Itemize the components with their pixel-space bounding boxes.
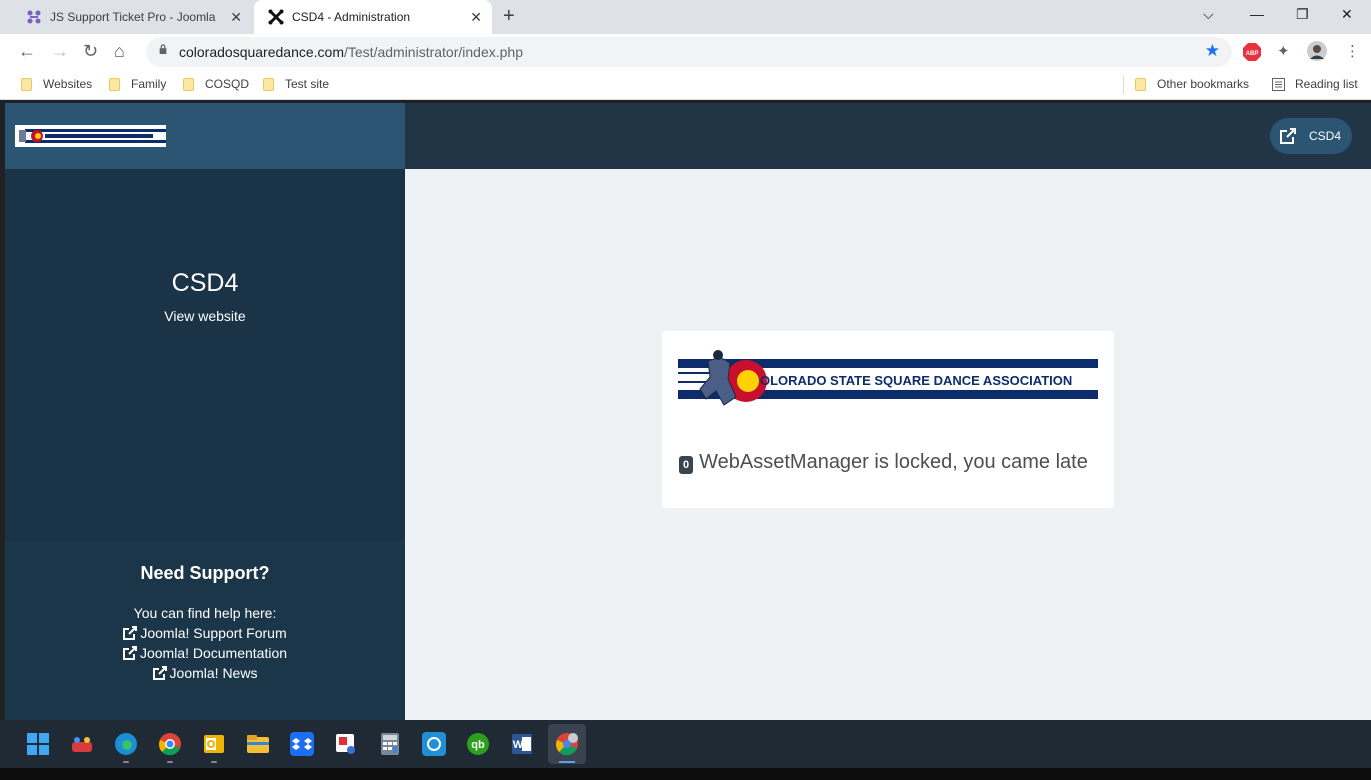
svg-text:W: W [513, 739, 524, 751]
lock-icon[interactable] [158, 44, 168, 54]
external-link-icon [152, 666, 167, 680]
extensions-puzzle-icon[interactable]: ✦ [1277, 42, 1290, 60]
window-close-icon[interactable]: ✕ [1341, 6, 1353, 23]
reading-list-icon [1272, 77, 1285, 91]
svg-text:qb: qb [471, 739, 485, 751]
site-button-label: CSD4 [1309, 129, 1342, 143]
close-icon[interactable]: ✕ [470, 9, 482, 26]
tab-title: JS Support Ticket Pro - Joomla [50, 10, 216, 24]
folder-icon [1135, 77, 1146, 91]
quickbooks-icon[interactable]: qb [466, 732, 490, 756]
windows-taskbar: qb W [0, 720, 1371, 768]
news-link[interactable]: Joomla! News [5, 665, 405, 681]
running-indicator [211, 761, 217, 763]
view-site-button[interactable]: CSD4 [1270, 118, 1352, 154]
browser-tab-strip: JS Support Ticket Pro - Joomla ✕ CSD4 - … [0, 0, 1371, 34]
error-message-row: 0 WebAssetManager is locked, you came la… [679, 451, 1088, 474]
back-arrow-icon[interactable]: ← [18, 41, 36, 62]
calculator-icon[interactable] [378, 732, 402, 756]
bookmark-label: Family [131, 77, 167, 91]
edge-browser-icon[interactable] [114, 732, 138, 756]
word-icon[interactable]: W [510, 732, 534, 756]
abp-icon[interactable]: ABP [1243, 43, 1261, 66]
bookmark-other[interactable]: Other bookmarks [1135, 77, 1249, 91]
close-icon[interactable]: ✕ [230, 9, 242, 26]
new-tab-icon[interactable]: + [503, 5, 515, 28]
joomla-logo-icon [268, 9, 284, 25]
url-text: coloradosquaredance.com/Test/administrat… [179, 44, 523, 60]
folder-icon [263, 77, 274, 91]
tab-js-support-ticket[interactable]: JS Support Ticket Pro - Joomla ✕ [12, 0, 252, 34]
error-message: WebAssetManager is locked, you came late [699, 451, 1088, 473]
bookmark-label: Websites [43, 77, 93, 91]
error-code-badge: 0 [679, 455, 694, 474]
bookmark-test-site[interactable]: Test site [263, 77, 329, 91]
joomla-grid-icon [26, 9, 42, 25]
support-panel: Need Support? You can find help here: Jo… [5, 541, 405, 721]
folder-icon [21, 77, 32, 91]
game-icon[interactable] [70, 732, 94, 756]
minimize-icon[interactable]: — [1250, 6, 1264, 22]
admin-header: CSD4 [405, 103, 1371, 169]
abp-label: ABP [1246, 51, 1259, 57]
bookmark-label: Reading list [1295, 77, 1358, 91]
snipping-tool-icon[interactable] [334, 732, 358, 756]
reload-icon[interactable]: ↻ [83, 41, 98, 62]
bookmark-divider [1123, 76, 1124, 94]
reading-list[interactable]: Reading list [1272, 77, 1358, 91]
restore-icon[interactable]: ❐ [1296, 6, 1309, 23]
file-explorer-icon[interactable] [246, 732, 270, 756]
view-website-link[interactable]: View website [5, 308, 405, 324]
forward-arrow-icon[interactable]: → [51, 41, 69, 62]
bookmark-cosqd[interactable]: COSQD [183, 77, 249, 91]
association-logo: OLORADO STATE SQUARE DANCE ASSOCIATION [678, 350, 1098, 406]
sidebar-header [5, 103, 405, 169]
folder-icon [109, 77, 120, 91]
chrome-profile-icon[interactable] [555, 732, 579, 756]
running-indicator [167, 761, 173, 763]
home-icon[interactable]: ⌂ [114, 41, 125, 62]
bookmark-label: COSQD [205, 77, 250, 91]
admin-page: CSD4 CSD4 View website Need Support? You… [5, 103, 1371, 721]
outlook-icon[interactable] [202, 732, 226, 756]
external-link-icon [122, 646, 137, 660]
bookmark-label: Test site [285, 77, 330, 91]
bookmark-websites[interactable]: Websites [21, 77, 92, 91]
chrome-icon[interactable] [158, 732, 182, 756]
support-intro: You can find help here: [133, 605, 277, 621]
more-menu-icon[interactable]: ⋮ [1345, 42, 1360, 60]
link-label: Joomla! Support Forum [140, 625, 287, 641]
bookmarks-bar: Websites Family COSQD Test site Other bo… [0, 70, 1371, 100]
documentation-link[interactable]: Joomla! Documentation [5, 645, 405, 661]
dropbox-icon[interactable] [290, 732, 314, 756]
sidebar: CSD4 View website Need Support? You can … [5, 169, 405, 721]
bookmark-label: Other bookmarks [1157, 77, 1250, 91]
bookmark-star-icon[interactable]: ★ [1205, 41, 1220, 61]
link-label: Joomla! News [169, 665, 258, 681]
active-indicator [559, 761, 575, 763]
support-forum-link[interactable]: Joomla! Support Forum [5, 625, 405, 641]
folder-icon [183, 77, 194, 91]
browser-toolbar: ← → ↻ ⌂ coloradosquaredance.com/Test/adm… [0, 34, 1371, 70]
site-logo[interactable] [15, 125, 166, 147]
tab-csd4-administration[interactable]: CSD4 - Administration ✕ [254, 0, 492, 34]
address-bar[interactable]: coloradosquaredance.com/Test/administrat… [146, 37, 1232, 67]
logo-text: OLORADO STATE SQUARE DANCE ASSOCIATION [760, 373, 1072, 388]
running-indicator [123, 761, 129, 763]
external-link-icon [1280, 128, 1296, 144]
tab-search-chevron-icon[interactable]: ⌵ [1203, 6, 1214, 23]
error-card: OLORADO STATE SQUARE DANCE ASSOCIATION 0… [662, 331, 1114, 508]
profile-avatar[interactable] [1307, 41, 1327, 66]
tab-title: CSD4 - Administration [292, 10, 411, 24]
site-name: CSD4 [171, 269, 239, 297]
support-heading: Need Support? [140, 563, 270, 583]
external-link-icon [123, 626, 138, 640]
network-app-icon[interactable] [422, 732, 446, 756]
bookmark-family[interactable]: Family [109, 77, 166, 91]
link-label: Joomla! Documentation [139, 645, 288, 661]
screen-bottom-edge [0, 768, 1371, 780]
windows-start-icon[interactable] [26, 732, 50, 756]
